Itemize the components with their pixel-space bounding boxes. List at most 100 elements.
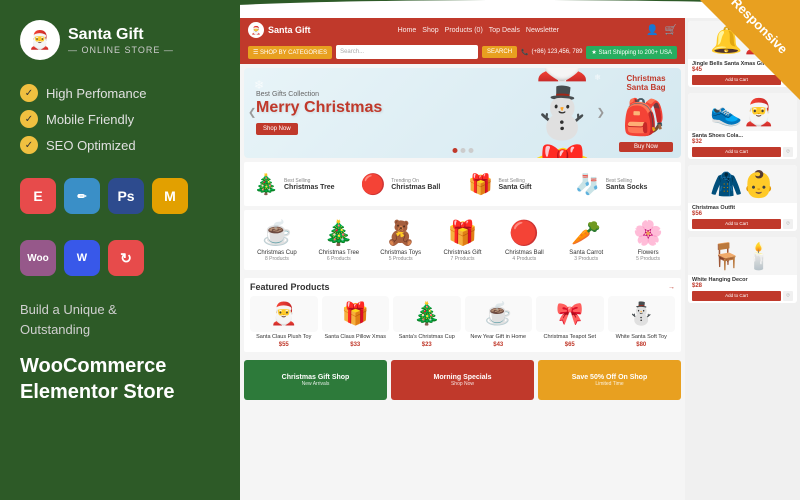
add-to-cart-btn[interactable]: Add to Cart [692, 219, 781, 229]
product-mini-info: Trending On Christmas Ball [391, 178, 440, 191]
nav-products[interactable]: Products (0) [445, 27, 483, 34]
sidebar-product-img: 🧥👶 [688, 165, 797, 203]
view-all-link[interactable]: → [668, 284, 675, 291]
features-list: ✓ High Perfomance ✓ Mobile Friendly ✓ SE… [20, 84, 220, 154]
nav-home[interactable]: Home [398, 27, 417, 34]
product-mini-info: Best Selling Santa Socks [606, 178, 648, 191]
sidebar-product-card: 🪑🕯️ White Hanging Decor $28 Add to Cart … [688, 237, 797, 303]
featured-product-img: 🎄 [393, 296, 461, 332]
product-mini-info: Best Selling Santa Gift [499, 178, 532, 191]
check-icon: ✓ [20, 136, 38, 154]
wishlist-btn[interactable]: ♡ [783, 291, 793, 301]
product-category-grid: ☕ Christmas Cup 8 Products 🎄 Christmas T… [244, 210, 681, 270]
carousel-dot[interactable] [460, 148, 465, 153]
bottom-banner-sale[interactable]: Save 50% Off On Shop Limited Time [538, 360, 681, 400]
carousel-prev-btn[interactable]: ❮ [248, 108, 256, 119]
featured-product-price: $80 [608, 342, 676, 348]
sidebar-product-price: $32 [692, 139, 793, 145]
hero-product-image: 🎒 [619, 92, 669, 142]
shop-by-category-btn[interactable]: ☰ SHOP BY CATEGORIES [248, 46, 332, 59]
right-sidebar-preview: 🔔🎅 Jingle Bells Santa Xmas Gift $45 Add … [685, 18, 800, 500]
featured-product-name: Santa's Christmas Cup [393, 334, 461, 341]
nav-deals[interactable]: Top Deals [489, 27, 520, 34]
carousel-next-btn[interactable]: ❯ [597, 108, 605, 119]
product-name: Christmas Tree [284, 184, 335, 191]
featured-product-item[interactable]: ⛄ White Santa Soft Toy $80 [608, 296, 676, 348]
grid-item[interactable]: 🥕 Santa Carrot 3 Products [557, 214, 615, 266]
product-christmas-ball-img: 🔴 [359, 170, 387, 198]
feature-label: High Perfomance [46, 86, 146, 101]
cart-icon[interactable]: 🛒 [665, 25, 677, 36]
grid-item-count: 7 Products [436, 256, 490, 262]
nav-shop[interactable]: Shop [422, 27, 438, 34]
refresh-icon: ↻ [108, 240, 144, 276]
snowflake-icon: ❄ [254, 78, 264, 92]
feature-label: Mobile Friendly [46, 112, 134, 127]
featured-product-item[interactable]: ☕ New Year Gift in Home $43 [465, 296, 533, 348]
product-mini-item: 🎁 Best Selling Santa Gift [467, 170, 566, 198]
add-to-cart-btn[interactable]: Add to Cart [692, 147, 781, 157]
hero-buy-now-btn[interactable]: Buy Now [619, 142, 673, 152]
right-panel: 🎅 Santa Gift Home Shop Products (0) Top … [240, 0, 800, 500]
banner-title: Save 50% Off On Shop [572, 374, 647, 381]
banner-title: Christmas Gift Shop [282, 374, 350, 381]
featured-product-img: 🎁 [322, 296, 390, 332]
search-button[interactable]: SEARCH [482, 46, 517, 58]
hero-shop-btn[interactable]: Shop Now [256, 123, 298, 135]
wishlist-btn[interactable]: ♡ [783, 147, 793, 157]
carousel-dot[interactable] [452, 148, 457, 153]
carousel-dot[interactable] [468, 148, 473, 153]
grid-item-count: 4 Products [497, 256, 551, 262]
grid-row: ☕ Christmas Cup 8 Products 🎄 Christmas T… [248, 214, 677, 266]
add-to-cart-btn[interactable]: Add to Cart [692, 75, 781, 85]
search-input[interactable]: Search... [336, 45, 478, 59]
featured-product-item[interactable]: 🎅 Santa Claus Plush Toy $55 [250, 296, 318, 348]
order-track-btn[interactable]: ★ Start Shipping to 200+ USA [586, 46, 677, 59]
bottom-banner-gift[interactable]: Christmas Gift Shop New Arrivals [244, 360, 387, 400]
product-santa-gift-img: 🎁 [467, 170, 495, 198]
user-icon[interactable]: 👤 [646, 25, 658, 36]
logo-title: Santa Gift [68, 25, 174, 44]
logo-subtitle: — ONLINE STORE — [68, 45, 174, 55]
wishlist-btn[interactable]: ♡ [783, 219, 793, 229]
nav-newsletter[interactable]: Newsletter [526, 27, 559, 34]
hero-banner: ❄ ❄ Best Gifts Collection Merry Christma… [244, 68, 681, 158]
sidebar-product-price: $28 [692, 283, 793, 289]
product-christmas-tree-img: 🎄 [252, 170, 280, 198]
cta-bold: WooCommerceElementor Store [20, 353, 220, 405]
product-name: Santa Socks [606, 184, 648, 191]
edit-icon: ✏ [64, 178, 100, 214]
featured-products-row: 🎅 Santa Claus Plush Toy $55 🎁 Santa Clau… [250, 296, 675, 348]
product-mini-item: 🔴 Trending On Christmas Ball [359, 170, 458, 198]
banner-sub: Limited Time [595, 381, 623, 387]
grid-item-img: 🎁 [436, 218, 490, 248]
bottom-banners: Christmas Gift Shop New Arrivals Morning… [244, 360, 681, 400]
sidebar-product-price: $56 [692, 211, 793, 217]
sidebar-product-actions: Add to Cart ♡ [692, 147, 793, 157]
featured-product-item[interactable]: 🎁 Santa Claus Pillow Xmas $33 [322, 296, 390, 348]
banner-sub: Shop Now [451, 381, 474, 387]
hero-product-title: ChristmasSanta Bag [619, 74, 673, 92]
add-to-cart-btn[interactable]: Add to Cart [692, 291, 781, 301]
grid-item[interactable]: 🎄 Christmas Tree 6 Products [310, 214, 368, 266]
cta-text: Build a Unique &Outstanding [20, 300, 220, 339]
product-mini-item: 🎄 Best Selling Christmas Tree [252, 170, 351, 198]
grid-item[interactable]: ☕ Christmas Cup 8 Products [248, 214, 306, 266]
logo-icon: 🎅 [20, 20, 60, 60]
featured-product-item[interactable]: 🎀 Christmas Teapot Set $65 [536, 296, 604, 348]
grid-item[interactable]: 🔴 Christmas Ball 4 Products [495, 214, 553, 266]
featured-product-item[interactable]: 🎄 Santa's Christmas Cup $23 [393, 296, 461, 348]
featured-product-name: Santa Claus Plush Toy [250, 334, 318, 341]
product-name: Santa Gift [499, 184, 532, 191]
featured-product-price: $43 [465, 342, 533, 348]
grid-item[interactable]: 🧸 Christmas Toys 5 Products [372, 214, 430, 266]
grid-item[interactable]: 🎁 Christmas Gift 7 Products [434, 214, 492, 266]
grid-item-count: 6 Products [312, 256, 366, 262]
site-header: 🎅 Santa Gift Home Shop Products (0) Top … [240, 18, 685, 42]
sidebar-product-actions: Add to Cart ♡ [692, 219, 793, 229]
bottom-banner-morning[interactable]: Morning Specials Shop Now [391, 360, 534, 400]
plugin-icons-row2: Woo W ↻ [20, 240, 220, 276]
sidebar-product-actions: Add to Cart ♡ [692, 291, 793, 301]
grid-item[interactable]: 🌸 Flowers 5 Products [619, 214, 677, 266]
banner-sub: New Arrivals [302, 381, 330, 387]
